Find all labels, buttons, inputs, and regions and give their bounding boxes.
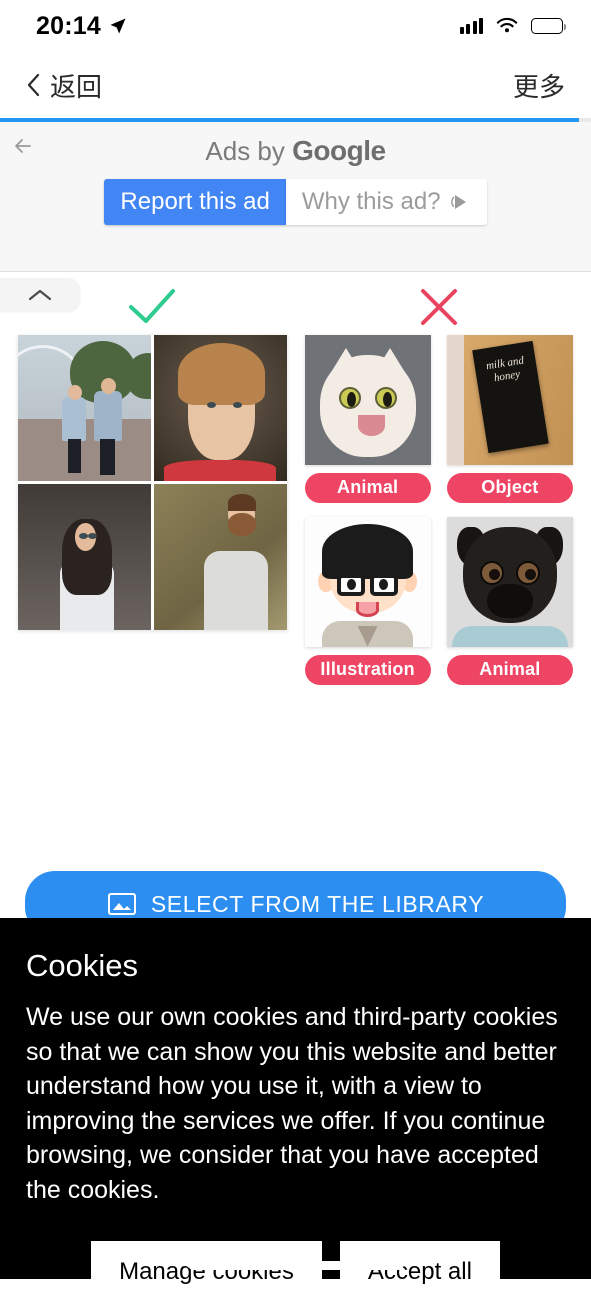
select-from-library-label: SELECT FROM THE LIBRARY: [150, 890, 485, 917]
location-arrow-icon: [110, 18, 126, 34]
bad-photo-grid: Animal milk and honey Object Illustratio…: [304, 334, 573, 685]
why-this-ad-button[interactable]: Why this ad?: [285, 179, 487, 225]
home-indicator: [188, 1261, 403, 1270]
couple-at-fairground-photo: [18, 334, 151, 481]
chevron-left-icon: [27, 73, 40, 97]
cellular-signal-icon: [459, 18, 483, 34]
accept-all-cookies-button[interactable]: Accept all: [339, 1241, 500, 1303]
cookie-banner-actions: Manage cookies Accept all: [26, 1241, 565, 1303]
battery-icon: [531, 18, 567, 34]
bad-example-cat: Animal: [304, 334, 431, 503]
report-this-ad-label: Report this ad: [120, 188, 270, 215]
woman-with-glasses-photo: [18, 483, 151, 630]
check-icon: [129, 288, 176, 323]
bad-example-illustration: Illustration: [304, 516, 431, 685]
manage-cookies-button[interactable]: Manage cookies: [91, 1241, 322, 1303]
bad-example-pug: Animal: [446, 516, 573, 685]
bad-examples-column: Animal milk and honey Object Illustratio…: [304, 279, 574, 685]
book-title-text: milk and honey: [484, 355, 525, 385]
ads-by-google-label: Ads by Google: [0, 122, 591, 167]
report-this-ad-button[interactable]: Report this ad: [104, 179, 286, 225]
back-button[interactable]: 返回: [26, 67, 102, 104]
status-bar: 20:14: [0, 0, 591, 52]
navigation-bar: 返回 更多: [0, 52, 591, 118]
ad-actions: Report this ad Why this ad?: [0, 179, 591, 225]
badge-animal: Animal: [304, 472, 431, 503]
badge-animal-2: Animal: [446, 654, 573, 685]
chevron-up-icon: [28, 289, 52, 300]
wifi-icon: [496, 17, 518, 33]
image-icon: [107, 893, 136, 915]
good-examples-column: [18, 279, 287, 685]
milk-and-honey-book-photo: milk and honey: [446, 334, 573, 465]
badge-illustration: Illustration: [304, 654, 431, 685]
examples-section: Animal milk and honey Object Illustratio…: [0, 259, 591, 685]
cartoon-boy-illustration: [304, 516, 431, 647]
good-photo-grid: [18, 334, 287, 630]
ads-by-prefix: Ads by: [205, 136, 293, 166]
collapse-ad-button[interactable]: [0, 278, 80, 311]
adchoices-icon: [450, 195, 466, 209]
back-button-label: 返回: [50, 71, 103, 102]
arrow-left-icon[interactable]: [10, 132, 38, 160]
google-ad-overlay: Ads by Google Report this ad Why this ad…: [0, 122, 591, 272]
more-button[interactable]: 更多: [513, 67, 565, 104]
cross-icon: [420, 288, 457, 325]
badge-object: Object: [446, 472, 573, 503]
status-bar-left: 20:14: [36, 12, 127, 41]
cookie-banner-body: We use our own cookies and third-party c…: [26, 1003, 558, 1204]
black-pug-photo: [446, 516, 573, 647]
bad-example-book: milk and honey Object: [446, 334, 573, 503]
google-wordmark: Google: [292, 135, 386, 166]
status-bar-clock: 20:14: [36, 11, 101, 40]
bearded-man-photo: [153, 483, 287, 630]
cookie-banner: Cookies We use our own cookies and third…: [0, 918, 591, 1303]
bad-mark: [305, 279, 574, 335]
girl-portrait-photo: [153, 334, 287, 481]
cookie-banner-title: Cookies: [26, 948, 138, 983]
white-cat-photo: [304, 334, 431, 465]
why-this-ad-label: Why this ad?: [301, 188, 441, 215]
status-bar-right: [459, 17, 567, 35]
